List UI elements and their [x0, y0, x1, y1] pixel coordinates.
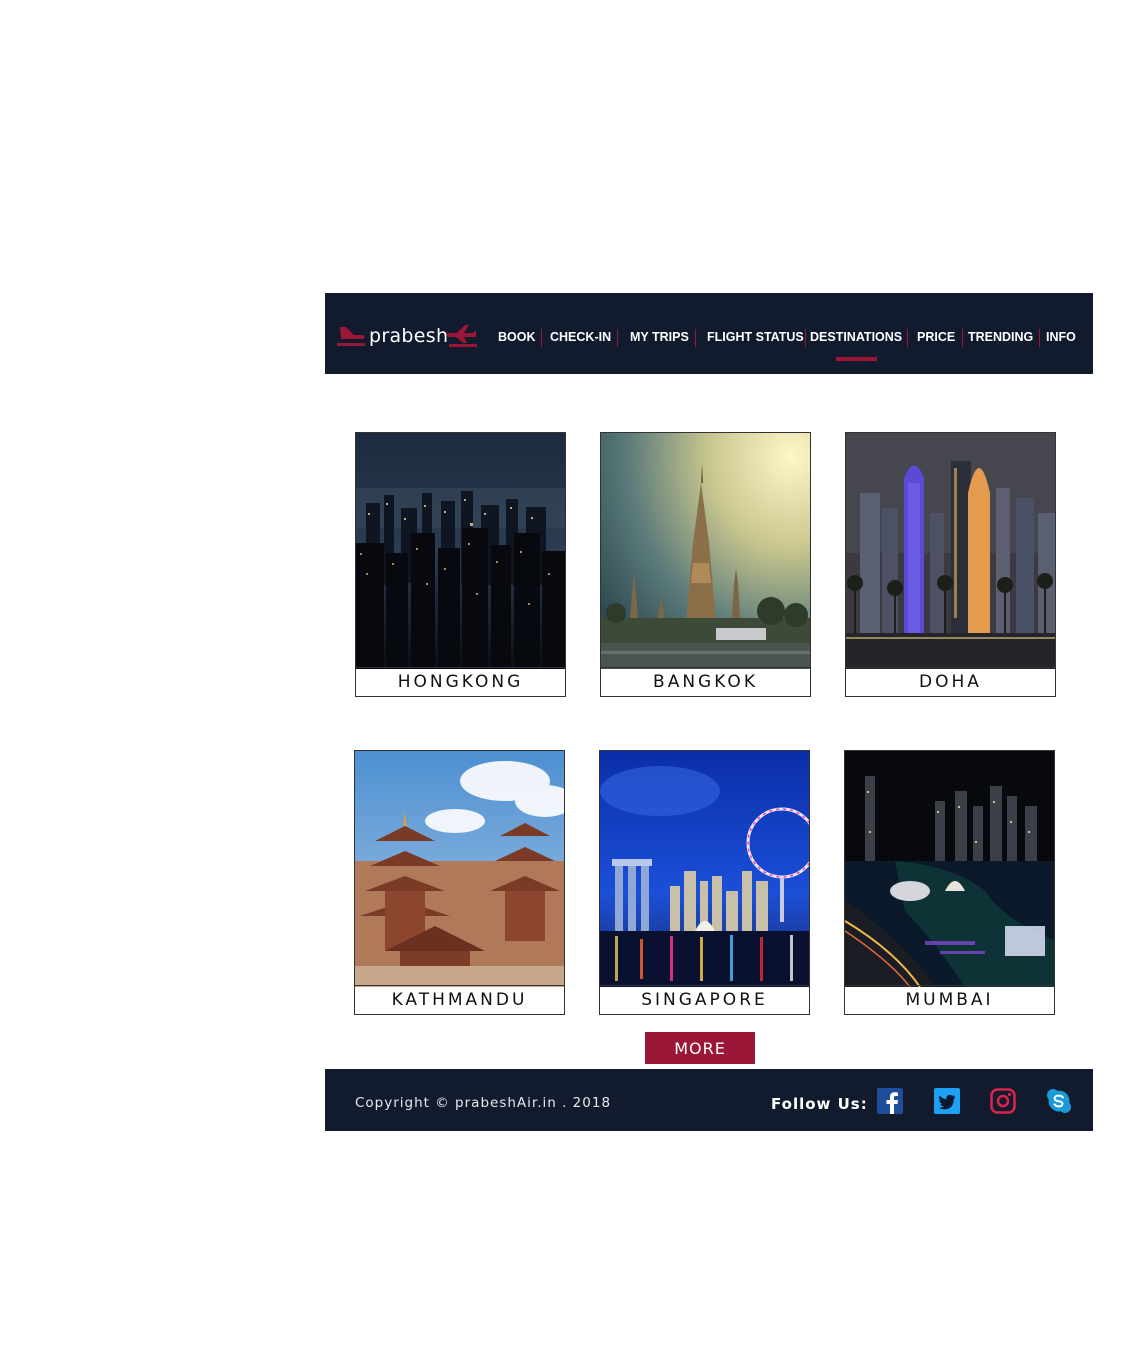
top-navbar: prabesh BOOK CHECK-IN MY TRIPS FLIGHT ST…	[325, 293, 1093, 374]
destination-card-kathmandu[interactable]: KATHMANDU	[354, 750, 565, 1015]
brand-logo[interactable]: prabesh	[337, 323, 477, 353]
destination-card-singapore[interactable]: SINGAPORE	[599, 750, 810, 1015]
nav-divider	[962, 329, 963, 347]
nav-trending[interactable]: TRENDING	[968, 330, 1033, 344]
nav-my-trips[interactable]: MY TRIPS	[630, 330, 689, 344]
destination-name: DOHA	[846, 667, 1055, 696]
doha-photo	[846, 433, 1055, 669]
hongkong-photo	[356, 433, 565, 669]
follow-us-label: Follow Us:	[771, 1095, 868, 1113]
kathmandu-photo	[355, 751, 564, 987]
destination-name: MUMBAI	[845, 985, 1054, 1014]
brand-name: prabesh	[369, 325, 449, 347]
plane-icon	[337, 327, 365, 346]
bangkok-photo	[601, 433, 810, 669]
skype-icon[interactable]	[1046, 1088, 1072, 1114]
destination-name: SINGAPORE	[600, 985, 809, 1014]
destination-card-hongkong[interactable]: HONGKONG	[355, 432, 566, 697]
facebook-icon[interactable]	[877, 1088, 903, 1114]
copyright-text: Copyright © prabeshAir.in . 2018	[355, 1095, 612, 1111]
nav-divider	[695, 329, 696, 347]
singapore-photo	[600, 751, 809, 987]
destination-card-doha[interactable]: DOHA	[845, 432, 1056, 697]
destination-card-bangkok[interactable]: BANGKOK	[600, 432, 811, 697]
destination-card-mumbai[interactable]: MUMBAI	[844, 750, 1055, 1015]
destination-name: BANGKOK	[601, 667, 810, 696]
nav-divider	[1039, 329, 1040, 347]
twitter-icon[interactable]	[934, 1088, 960, 1114]
mumbai-photo	[845, 751, 1054, 987]
nav-book[interactable]: BOOK	[498, 330, 536, 344]
nav-destinations[interactable]: DESTINATIONS	[810, 330, 902, 344]
active-nav-indicator	[836, 357, 877, 361]
destination-name: KATHMANDU	[355, 985, 564, 1014]
site-footer: Copyright © prabeshAir.in . 2018 Follow …	[325, 1069, 1093, 1131]
nav-divider	[907, 329, 908, 347]
nav-check-in[interactable]: CHECK-IN	[550, 330, 611, 344]
nav-divider	[805, 329, 806, 347]
nav-info[interactable]: INFO	[1046, 330, 1076, 344]
instagram-icon[interactable]	[990, 1088, 1016, 1114]
nav-divider	[617, 329, 618, 347]
more-button[interactable]: MORE	[645, 1032, 755, 1064]
nav-divider	[541, 329, 542, 347]
nav-price[interactable]: PRICE	[917, 330, 955, 344]
plane-icon	[446, 325, 477, 347]
nav-flight-status[interactable]: FLIGHT STATUS	[707, 330, 804, 344]
destination-name: HONGKONG	[356, 667, 565, 696]
